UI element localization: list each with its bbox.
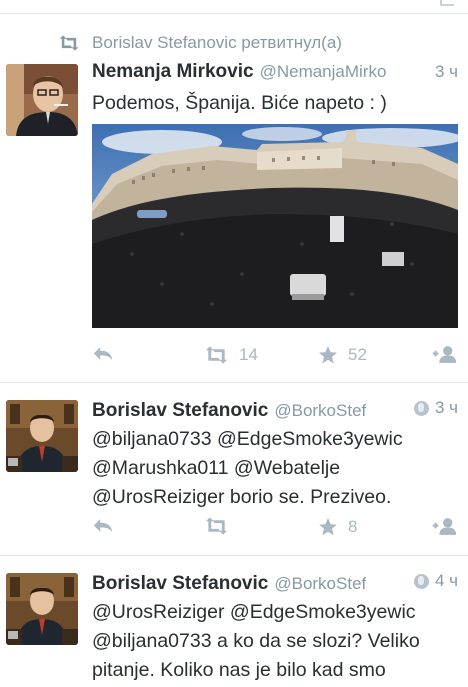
- globe-icon: [413, 573, 429, 589]
- reply-icon: [92, 517, 114, 534]
- tweet-text-line: @biljana0733 a ko da se slozi? Veliko: [92, 630, 420, 652]
- author-name[interactable]: Borislav Stefanovic: [92, 400, 268, 422]
- favorite-button[interactable]: 8: [318, 517, 357, 537]
- tweet-card[interactable]: Borislav Stefanovic @BorkoStef 4 ч @Uros…: [0, 556, 468, 687]
- tweet-text: @biljana0733 @EdgeSmoke3yewic @Marushka0…: [92, 425, 456, 512]
- tweet-text: Podemos, Španija. Biće napeto : ): [92, 92, 387, 114]
- author-handle[interactable]: @BorkoStef: [274, 401, 366, 421]
- follow-button[interactable]: [430, 517, 458, 536]
- follow-icon: [430, 517, 458, 536]
- avatar[interactable]: [6, 400, 78, 472]
- tweet-text: @UrosReiziger @EdgeSmoke3yewic @biljana0…: [92, 598, 456, 685]
- retweet-button[interactable]: [204, 517, 239, 535]
- star-icon: [318, 517, 338, 537]
- favorite-button[interactable]: 52: [318, 345, 367, 365]
- tweet-header: Borislav Stefanovic @BorkoStef 4 ч: [92, 571, 458, 597]
- tweet-time-label: 4 ч: [434, 571, 458, 590]
- favorite-count: 8: [348, 517, 358, 536]
- follow-icon: [430, 345, 458, 364]
- author-handle[interactable]: @NemanjaMirko: [260, 62, 387, 82]
- tweet-text-line: @Marushka011 @Webatelje: [92, 457, 341, 479]
- reply-button[interactable]: [92, 345, 114, 362]
- tweet-actions: 14 52: [92, 345, 458, 373]
- tweet-card[interactable]: Borislav Stefanovic @BorkoStef 3 ч @bilj…: [0, 383, 468, 556]
- tweet-time: 4 ч: [413, 571, 458, 591]
- retweet-context-text: Borislav Stefanovic ретвитнул(а): [92, 33, 342, 52]
- tweet-text-line: @UrosReiziger @EdgeSmoke3yewic: [92, 601, 416, 623]
- favorite-count: 52: [348, 345, 367, 364]
- tweet-time: 3 ч: [434, 62, 458, 81]
- reply-button[interactable]: [92, 517, 114, 534]
- tweet-text-line: @UrosReiziger borio se. Preziveo.: [92, 486, 392, 508]
- tweet-actions: 8: [92, 517, 458, 545]
- avatar[interactable]: [6, 573, 78, 645]
- star-icon: [318, 345, 338, 365]
- tweet-header: Borislav Stefanovic @BorkoStef 3 ч: [92, 398, 458, 424]
- author-name[interactable]: Nemanja Mirkovic: [92, 61, 254, 83]
- tweet-text-line: @biljana0733 @EdgeSmoke3yewic: [92, 428, 403, 450]
- retweet-icon: [204, 517, 229, 535]
- author-name[interactable]: Borislav Stefanovic: [92, 573, 268, 595]
- follow-icon[interactable]: [440, 0, 454, 6]
- tweet-header: Nemanja Mirkovic @NemanjaMirko 3 ч: [92, 61, 458, 87]
- globe-icon: [413, 400, 429, 416]
- reply-icon: [92, 345, 114, 362]
- retweet-context: Borislav Stefanovic ретвитнул(а): [58, 32, 342, 54]
- retweet-icon: [204, 346, 229, 364]
- retweet-count: 14: [239, 345, 258, 364]
- author-handle[interactable]: @BorkoStef: [274, 574, 366, 594]
- avatar[interactable]: [6, 64, 78, 136]
- tweet-time: 3 ч: [413, 398, 458, 418]
- tweet-card[interactable]: Borislav Stefanovic ретвитнул(а) Nemanja…: [0, 14, 468, 383]
- follow-button[interactable]: [430, 345, 458, 364]
- retweet-button[interactable]: 14: [204, 345, 258, 365]
- tweet-photo[interactable]: [92, 124, 458, 328]
- retweet-icon: [58, 35, 80, 51]
- previous-tweet-edge: [0, 0, 468, 14]
- tweet-time-label: 3 ч: [434, 398, 458, 417]
- tweet-text-line: pitanje. Koliko nas je bilo kad smo: [92, 659, 386, 681]
